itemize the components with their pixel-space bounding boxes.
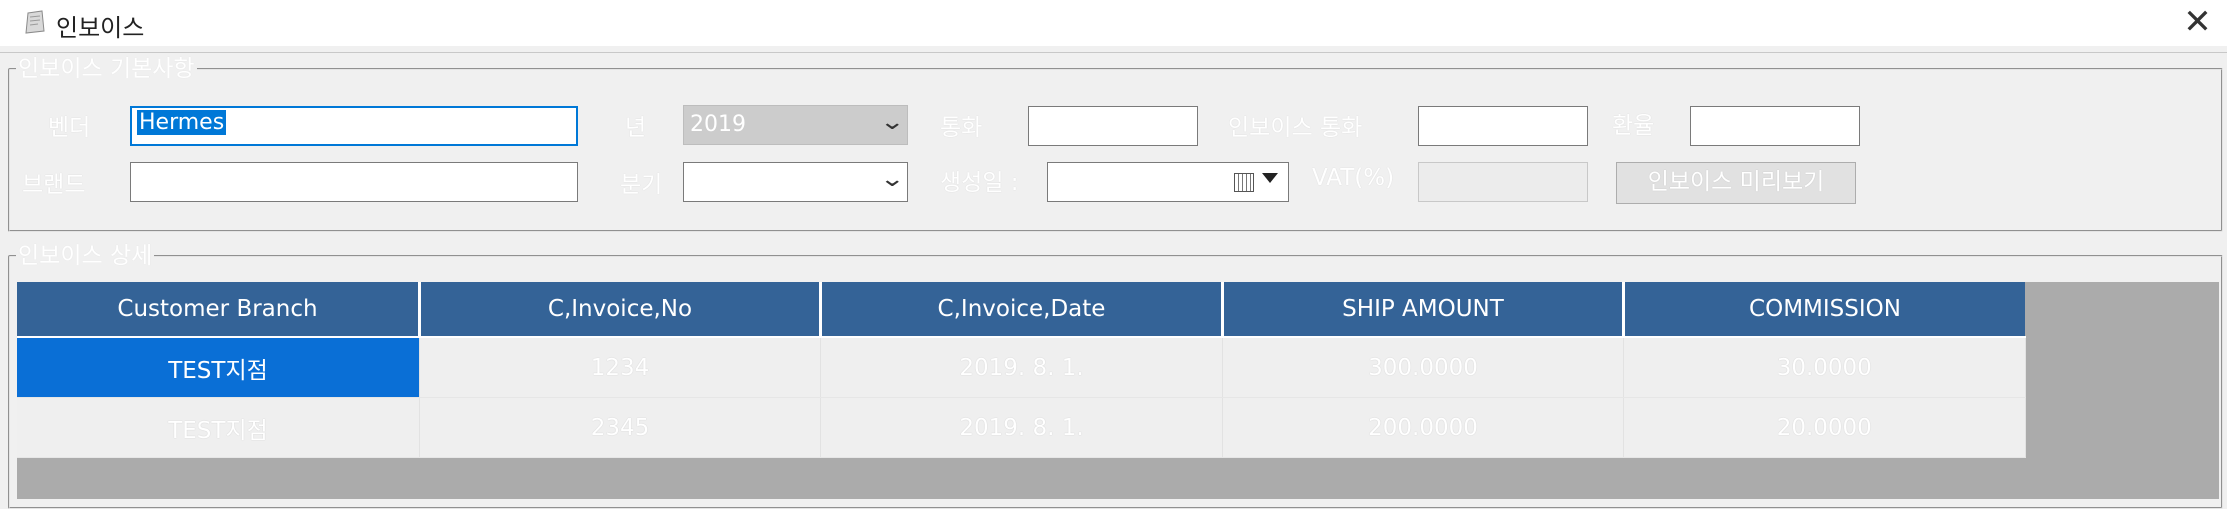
table-row[interactable]: TEST지점 1234 2019. 8. 1. 300.0000 30.0000: [17, 337, 2026, 398]
brand-input[interactable]: [130, 162, 578, 202]
vat-label: VAT(%): [1312, 165, 1395, 191]
created-date-picker[interactable]: [1047, 162, 1289, 202]
cell-commission[interactable]: 20.0000: [1623, 397, 2026, 458]
cell-ship-amount[interactable]: 300.0000: [1222, 337, 1624, 398]
exchange-rate-input[interactable]: [1690, 106, 1860, 146]
brand-label: 브랜드: [22, 172, 86, 198]
vendor-input[interactable]: Hermes: [130, 106, 578, 146]
vendor-label: 벤더: [48, 115, 91, 141]
quarter-select[interactable]: ⌄: [683, 162, 908, 202]
column-header-invoice-no[interactable]: C,Invoice,No: [419, 282, 822, 338]
chevron-down-icon: ⌄: [878, 110, 905, 135]
vat-input[interactable]: [1418, 162, 1588, 202]
chevron-down-icon: ⌄: [878, 167, 905, 192]
vendor-value: Hermes: [137, 110, 227, 135]
dropdown-arrow-icon[interactable]: [1262, 173, 1278, 183]
title-bar: 인보이스 ✕: [0, 0, 2227, 46]
currency-input[interactable]: [1028, 106, 1198, 146]
created-date-label: 생성일 :: [940, 170, 1019, 196]
year-select[interactable]: 2019 ⌄: [683, 105, 908, 145]
year-value: 2019: [690, 112, 746, 137]
invoice-app-icon: [25, 10, 45, 34]
cell-customer-branch[interactable]: TEST지점: [17, 337, 420, 398]
calendar-icon[interactable]: [1234, 173, 1254, 192]
close-button[interactable]: ✕: [2168, 0, 2227, 46]
exchange-rate-label: 환율: [1612, 113, 1655, 139]
cell-customer-branch[interactable]: TEST지점: [17, 397, 420, 458]
cell-ship-amount[interactable]: 200.0000: [1222, 397, 1624, 458]
cell-invoice-date[interactable]: 2019. 8. 1.: [820, 337, 1223, 398]
invoice-basic-legend: 인보이스 기본사항: [18, 56, 195, 82]
quarter-label: 분기: [620, 172, 663, 198]
window-title: 인보이스: [56, 14, 145, 42]
invoice-currency-input[interactable]: [1418, 106, 1588, 146]
invoice-detail-legend: 인보이스 상세: [18, 243, 153, 269]
year-label: 년: [625, 115, 647, 141]
column-header-customer-branch[interactable]: Customer Branch: [17, 282, 421, 338]
cell-commission[interactable]: 30.0000: [1623, 337, 2026, 398]
cell-invoice-no[interactable]: 1234: [419, 337, 821, 398]
invoice-detail-table: Customer Branch C,Invoice,No C,Invoice,D…: [17, 282, 2026, 458]
cell-invoice-date[interactable]: 2019. 8. 1.: [820, 397, 1223, 458]
column-header-commission[interactable]: COMMISSION: [1623, 282, 2025, 338]
invoice-preview-button[interactable]: 인보이스 미리보기: [1616, 162, 1856, 204]
column-header-ship-amount[interactable]: SHIP AMOUNT: [1222, 282, 1625, 338]
close-icon: ✕: [2183, 2, 2212, 42]
currency-label: 통화: [940, 115, 983, 141]
cell-invoice-no[interactable]: 2345: [419, 397, 821, 458]
invoice-currency-label: 인보이스 통화: [1228, 115, 1363, 141]
column-header-invoice-date[interactable]: C,Invoice,Date: [820, 282, 1224, 338]
table-header-row: Customer Branch C,Invoice,No C,Invoice,D…: [17, 282, 2025, 338]
table-row[interactable]: TEST지점 2345 2019. 8. 1. 200.0000 20.0000: [17, 397, 2026, 458]
